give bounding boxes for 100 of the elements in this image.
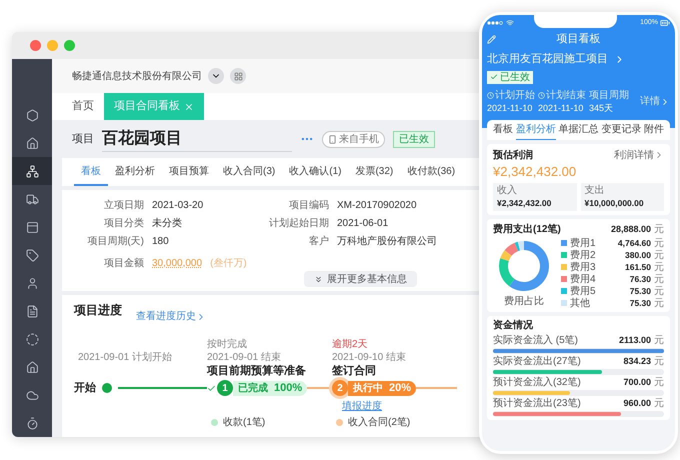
- legend-label: 费用5: [570, 284, 597, 298]
- dropdown-button[interactable]: [208, 68, 224, 84]
- step-status: 执行中 20%: [348, 380, 416, 396]
- phone-tab[interactable]: 变更记录: [601, 120, 642, 140]
- field-value: 未分类: [152, 216, 182, 231]
- chart-caption: 费用占比: [504, 294, 544, 309]
- card-title: 费用支出(12笔): [493, 222, 561, 238]
- legend-label: 其他: [570, 296, 591, 311]
- expense-total: 28,888.00: [610, 223, 651, 236]
- step-note: 逾期2天: [332, 338, 369, 350]
- step-item: 收入合同(2笔): [348, 416, 410, 430]
- expense-label: 支出: [584, 184, 606, 196]
- tab[interactable]: 看板: [74, 158, 108, 186]
- field-label: 项目编码: [288, 198, 329, 213]
- start-node: [102, 383, 112, 393]
- step-date: 2021-09-10 结束: [332, 350, 407, 363]
- truck-icon: [26, 192, 38, 206]
- signal-icon: [487, 21, 503, 25]
- profit-amount: ¥2,342,432.00: [493, 162, 578, 180]
- field-value: 2021-03-20: [152, 199, 204, 213]
- phone-tab[interactable]: 看板: [493, 120, 513, 140]
- network-icon: [26, 164, 38, 178]
- stat-value: 2021-11-10: [487, 102, 534, 114]
- apps-button[interactable]: [230, 68, 246, 84]
- field-label: 项目金额: [103, 256, 144, 271]
- field-value: 万科地产股份有限公司: [337, 234, 437, 249]
- house-icon: [26, 360, 38, 374]
- fund-label: 预计资金流入(32笔): [493, 376, 582, 390]
- unit-label: 元: [654, 272, 664, 286]
- panel-icon: [26, 220, 38, 234]
- legend-amount: 161.50: [625, 260, 651, 274]
- user-icon: [26, 276, 38, 290]
- phone-tab[interactable]: 附件: [644, 120, 664, 140]
- stat-label: 计划结束: [546, 90, 586, 102]
- legend-amount: 4,764.60: [618, 236, 651, 250]
- company-name: 畅捷通信息技术股份有限公司: [72, 70, 202, 84]
- phone-tab[interactable]: 单据汇总: [558, 120, 598, 140]
- income-value: ¥2,342,432.00: [497, 196, 552, 210]
- legend-amount: 75.30: [630, 296, 651, 310]
- field-label: 立项日期: [103, 198, 144, 213]
- tab[interactable]: 收入确认(1): [282, 158, 348, 186]
- field-value: 2021-06-01: [337, 217, 388, 231]
- expand-button[interactable]: 展开更多基本信息: [304, 271, 417, 287]
- source-tag: 来自手机: [322, 130, 385, 148]
- legend-amount: 75.30: [630, 284, 651, 298]
- tag-icon: [26, 248, 38, 262]
- close-icon: [184, 102, 194, 112]
- tab[interactable]: 收入合同(3): [216, 158, 282, 186]
- report-link[interactable]: 填报进度: [342, 399, 382, 414]
- amount-value: 30,000,000: [152, 257, 202, 271]
- battery-icon: [660, 18, 670, 28]
- section-title: 项目进度: [74, 302, 122, 319]
- field-label: 项目周期(天): [86, 234, 144, 249]
- legend-amount: 380.00: [625, 248, 651, 262]
- field-value: XM-20170902020: [337, 199, 417, 213]
- fund-amount: 960.00: [623, 397, 651, 410]
- fund-label: 实际资金流出(27笔): [493, 354, 582, 370]
- unit-label: 元: [654, 248, 664, 262]
- edit-icon[interactable]: [487, 34, 496, 44]
- step-node: 1: [217, 380, 233, 396]
- card-title: 预估利润: [493, 148, 533, 162]
- field-value: 180: [152, 235, 169, 249]
- unit-label: 元: [654, 236, 664, 250]
- screen-title: 项目看板: [556, 32, 600, 47]
- fund-amount: 700.00: [623, 376, 651, 389]
- cloud-icon: [26, 388, 38, 402]
- hexagon-icon: [26, 108, 38, 122]
- profit-details-link[interactable]: 利润详情: [614, 148, 654, 162]
- tab[interactable]: 项目预算: [162, 158, 216, 186]
- legend-label: 费用1: [570, 236, 597, 250]
- sidebar-item[interactable]: [12, 157, 52, 185]
- circle-icon: [26, 332, 38, 346]
- legend-amount: 76.30: [630, 272, 651, 286]
- tab[interactable]: 发票(32): [348, 158, 400, 186]
- tab[interactable]: 盈利分析: [108, 158, 162, 186]
- fund-amount: 834.23: [623, 355, 651, 368]
- legend-label: 费用4: [570, 272, 597, 286]
- check-icon: [490, 73, 498, 81]
- status-tag: 已生效: [393, 130, 435, 148]
- unit-label: 元: [654, 260, 664, 274]
- step-item: 收款(1笔): [223, 416, 266, 430]
- stat-value: 345天: [589, 102, 614, 114]
- chevrons-down-icon: [314, 274, 323, 284]
- page-tab[interactable]: 首页: [62, 93, 104, 120]
- tab[interactable]: 收付款(36): [400, 158, 462, 186]
- stat-value: 2021-11-10: [538, 102, 584, 114]
- start-label: 开始: [74, 380, 96, 396]
- fund-label: 预计资金流出(23笔): [493, 396, 582, 412]
- income-label: 收入: [497, 184, 518, 196]
- field-label: 计划起始日期: [268, 216, 329, 231]
- clock-icon: [538, 92, 545, 99]
- card-title: 资金情况: [493, 319, 534, 334]
- grid-icon: [234, 72, 242, 80]
- project-title: 百花园项目: [102, 126, 292, 152]
- project-prefix: 项目: [72, 132, 94, 147]
- unit-label: 元: [654, 284, 664, 298]
- wifi-icon: [506, 19, 514, 27]
- unit-label: 元: [654, 376, 664, 390]
- fund-amount: 2113.00: [618, 334, 651, 347]
- stat-label: 计划开始: [495, 90, 535, 102]
